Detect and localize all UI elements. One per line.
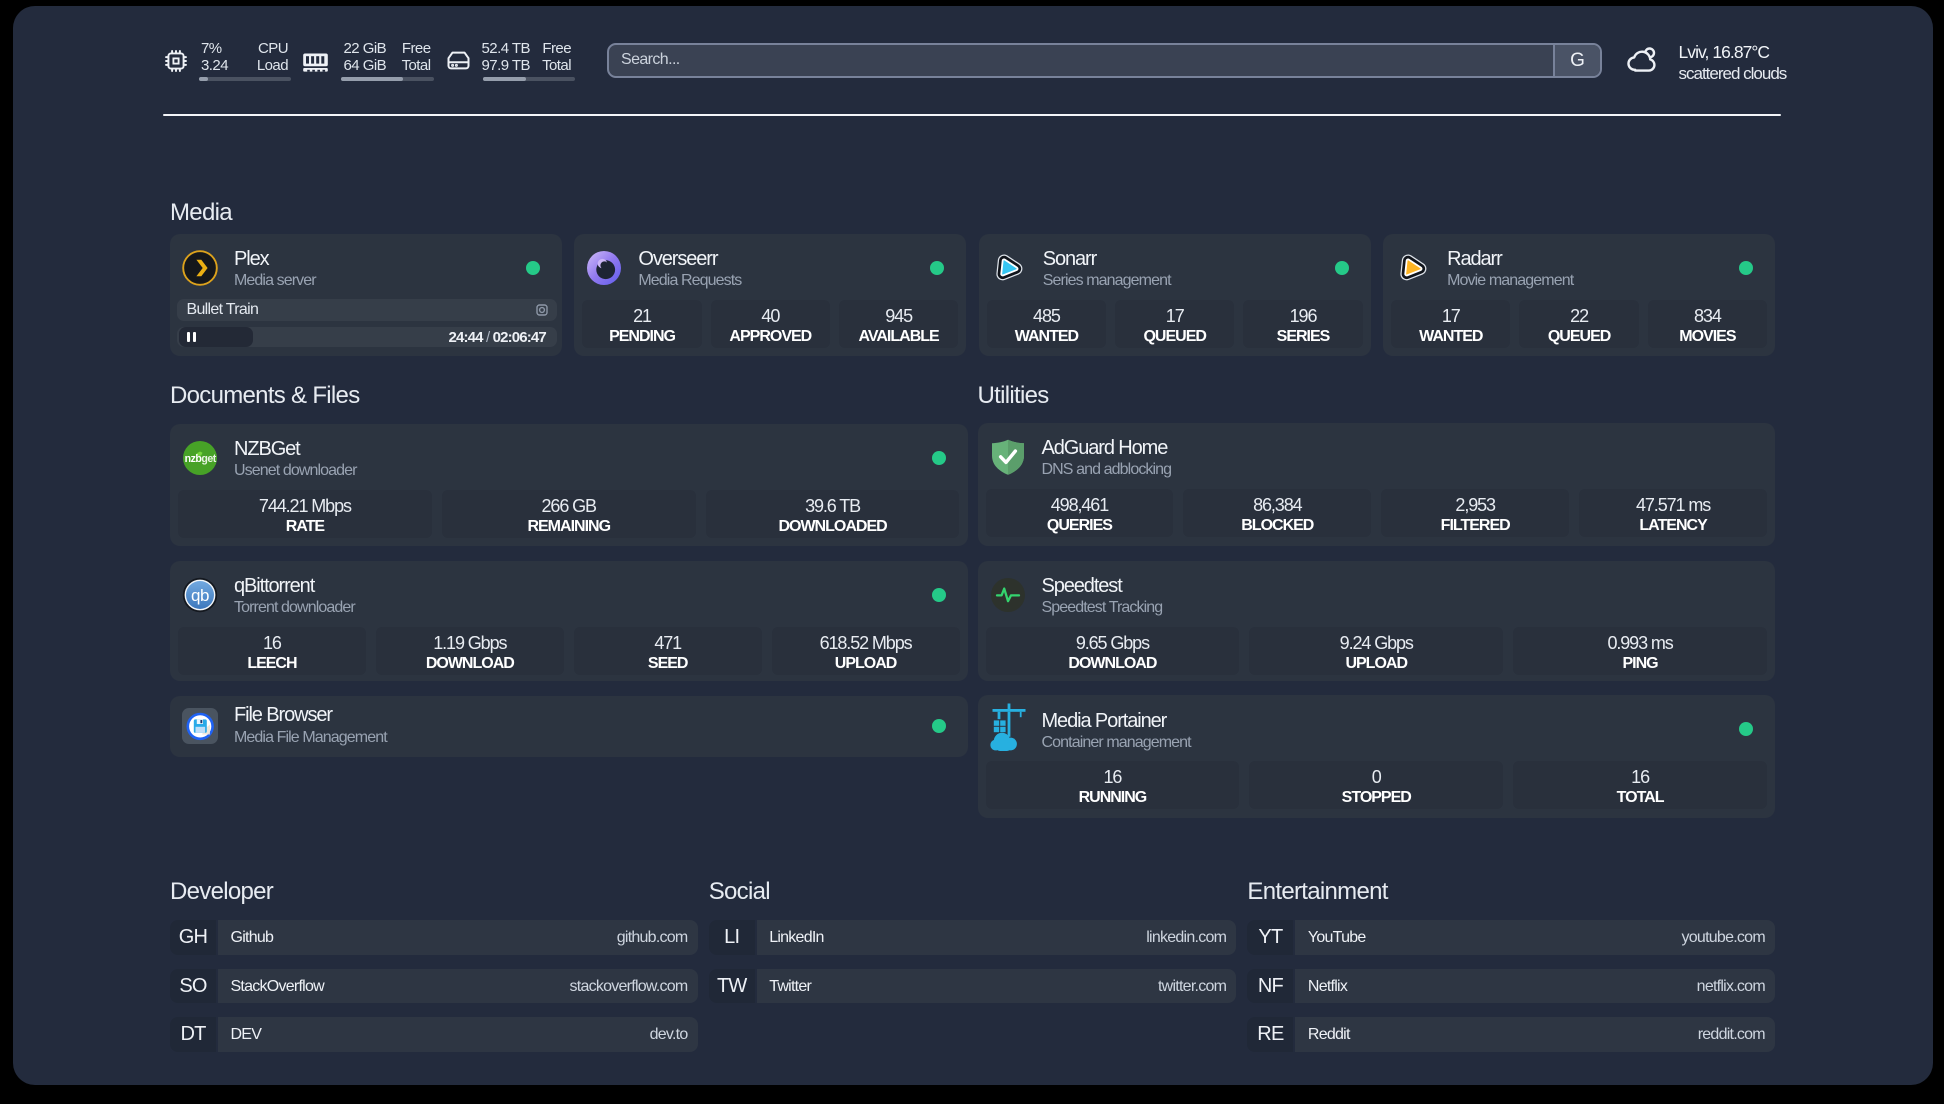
svg-text:nzbget: nzbget — [185, 452, 217, 464]
svg-text:qb: qb — [191, 586, 209, 605]
